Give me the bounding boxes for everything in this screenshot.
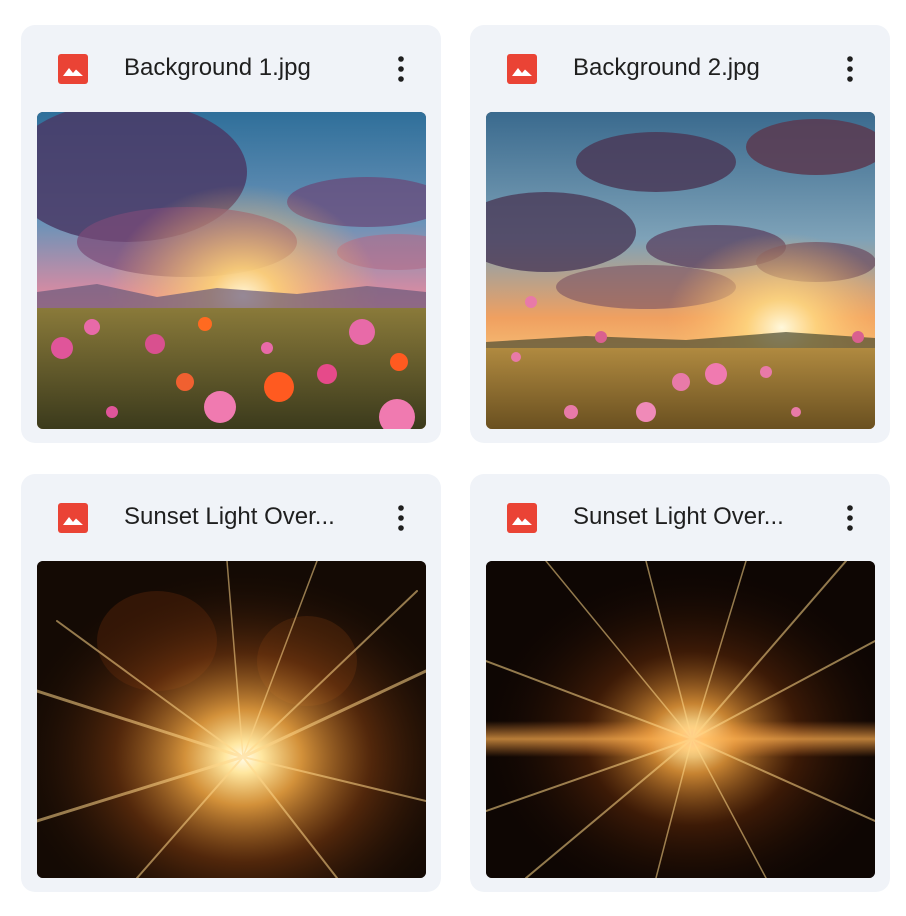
file-thumbnail[interactable]: [486, 561, 875, 878]
image-file-icon: [507, 54, 537, 84]
file-card-sunset-light-overlay-2[interactable]: Sunset Light Over...: [470, 474, 890, 892]
more-options-button[interactable]: [832, 498, 868, 538]
more-vert-icon: [398, 56, 404, 82]
image-file-icon: [58, 503, 88, 533]
file-card-sunset-light-overlay-1[interactable]: Sunset Light Over...: [21, 474, 441, 892]
image-file-icon: [58, 54, 88, 84]
file-name: Background 1.jpg: [124, 54, 311, 81]
file-name: Sunset Light Over...: [124, 503, 335, 530]
file-card-header: Sunset Light Over...: [21, 474, 441, 562]
image-file-icon: [507, 503, 537, 533]
file-card-background-1[interactable]: Background 1.jpg: [21, 25, 441, 443]
more-options-button[interactable]: [383, 49, 419, 89]
more-vert-icon: [847, 505, 853, 531]
file-thumbnail[interactable]: [486, 112, 875, 429]
more-vert-icon: [847, 56, 853, 82]
more-options-button[interactable]: [832, 49, 868, 89]
file-name: Sunset Light Over...: [573, 503, 784, 530]
file-thumbnail[interactable]: [37, 561, 426, 878]
file-card-header: Sunset Light Over...: [470, 474, 890, 562]
more-options-button[interactable]: [383, 498, 419, 538]
file-card-header: Background 1.jpg: [21, 25, 441, 113]
file-thumbnail[interactable]: [37, 112, 426, 429]
file-card-header: Background 2.jpg: [470, 25, 890, 113]
file-card-background-2[interactable]: Background 2.jpg: [470, 25, 890, 443]
more-vert-icon: [398, 505, 404, 531]
file-name: Background 2.jpg: [573, 54, 760, 81]
